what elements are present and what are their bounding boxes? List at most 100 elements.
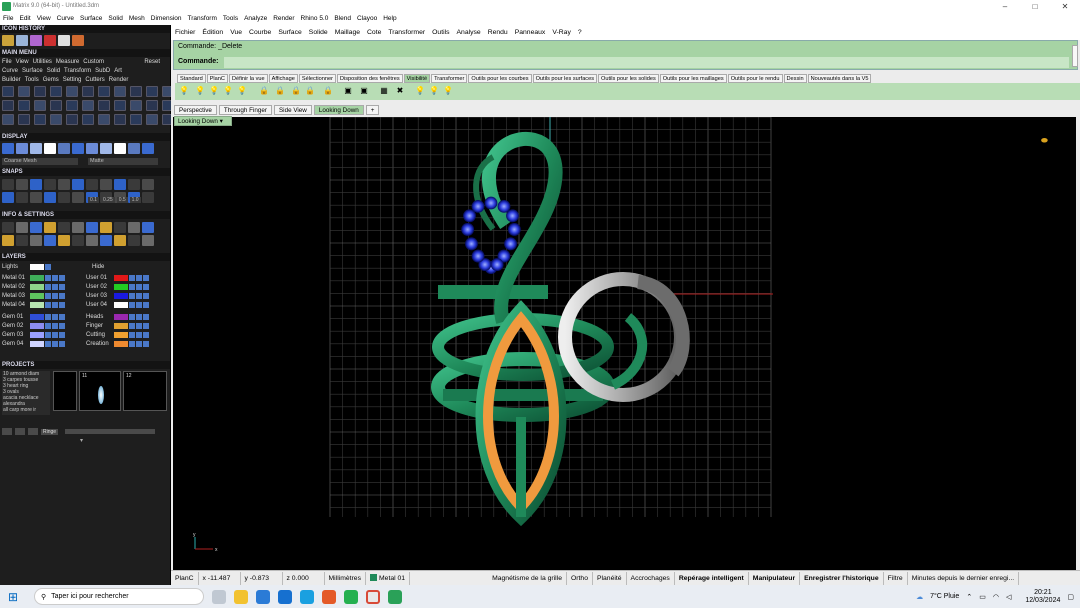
tool-icon[interactable] — [30, 222, 42, 233]
project-thumb[interactable]: 11 — [79, 371, 121, 411]
status-layer[interactable]: Metal 01 — [366, 571, 411, 585]
layer-toggle-icon[interactable] — [129, 332, 135, 338]
menu-surface[interactable]: Surface — [80, 15, 102, 22]
history-tool-icon[interactable] — [58, 35, 70, 46]
rhino-menu-item[interactable]: Solide — [309, 29, 328, 36]
lights-swatch[interactable] — [30, 264, 44, 270]
weather-text[interactable]: 7°C Pluie — [930, 593, 959, 600]
tool-icon[interactable] — [100, 143, 112, 154]
layer-toggle-icon[interactable] — [45, 314, 51, 320]
tool-icon[interactable] — [98, 86, 110, 97]
layer-toggle-icon[interactable] — [45, 284, 51, 290]
tool-icon[interactable] — [2, 143, 14, 154]
layer-toggle-icon[interactable] — [59, 284, 65, 290]
tool-icon[interactable] — [16, 143, 28, 154]
snap-value[interactable]: 0.5 — [116, 197, 128, 203]
tool-icon[interactable] — [128, 222, 140, 233]
windows-start-icon[interactable]: ⊞ — [8, 590, 22, 604]
layer-toggle-icon[interactable] — [45, 302, 51, 308]
mm-tools[interactable]: Tools — [25, 77, 39, 83]
icon-history-header[interactable]: ICON HISTORY — [0, 25, 170, 33]
menu-dimension[interactable]: Dimension — [151, 15, 182, 22]
project-thumb[interactable] — [53, 371, 77, 411]
rhino-menu-item[interactable]: Fichier — [175, 29, 195, 36]
mail-icon[interactable] — [278, 589, 292, 604]
viewport-tab[interactable]: Perspective — [174, 105, 217, 115]
mm-view[interactable]: View — [16, 59, 29, 65]
layer-toggle-icon[interactable] — [129, 293, 135, 299]
lock-icon[interactable]: 🔒 — [291, 85, 301, 97]
status-smarttrack[interactable]: Repérage intelligent — [675, 571, 749, 585]
tool-icon[interactable] — [44, 179, 56, 190]
mm-subd[interactable]: SubD — [95, 68, 110, 74]
info-settings-header[interactable]: INFO & SETTINGS — [0, 211, 170, 219]
tool-icon[interactable] — [114, 235, 126, 246]
tool-icon[interactable] — [58, 143, 70, 154]
layer-color-swatch[interactable] — [114, 341, 128, 347]
menu-blend[interactable]: Blend — [334, 15, 351, 22]
project-item[interactable]: all carp more ir — [2, 407, 50, 413]
mm-builder[interactable]: Builder — [2, 77, 21, 83]
layer-toggle-icon[interactable] — [59, 293, 65, 299]
layer-toggle-icon[interactable] — [136, 323, 142, 329]
layer-toggle-icon[interactable] — [45, 323, 51, 329]
chevron-down-icon[interactable]: ▾ — [80, 437, 83, 444]
layer-row[interactable]: Creation — [86, 340, 150, 348]
layer-toggle-icon[interactable] — [129, 275, 135, 281]
tool-icon[interactable] — [2, 235, 14, 246]
ringe-tag[interactable]: Ringe — [41, 428, 59, 435]
layer-toggle-icon[interactable] — [143, 323, 149, 329]
tool-icon[interactable] — [72, 235, 84, 246]
menu-file[interactable]: File — [3, 15, 13, 22]
viewport-tab[interactable]: Through Finger — [218, 105, 272, 115]
tool-icon[interactable] — [114, 222, 126, 233]
layer-row[interactable]: Finger — [86, 322, 150, 330]
status-gumball[interactable]: Manipulateur — [749, 571, 801, 585]
layer-row[interactable]: Heads — [86, 313, 150, 321]
add-viewport-tab[interactable]: + — [365, 105, 380, 115]
tool-icon[interactable] — [44, 192, 56, 203]
layer-toggle-icon[interactable] — [52, 341, 58, 347]
display-header[interactable]: DISPLAY — [0, 133, 170, 141]
layer-color-swatch[interactable] — [114, 314, 128, 320]
layer-toggle-icon[interactable] — [136, 302, 142, 308]
layer-toggle-icon[interactable] — [129, 314, 135, 320]
history-tool-icon[interactable] — [16, 35, 28, 46]
tool-icon[interactable] — [114, 114, 126, 125]
pin-icon[interactable] — [15, 428, 25, 435]
layer-row[interactable]: Cutting — [86, 331, 150, 339]
tool-icon[interactable] — [30, 235, 42, 246]
file-explorer-icon[interactable] — [234, 589, 248, 604]
hide-label[interactable]: Hide — [92, 264, 116, 270]
layer-color-swatch[interactable] — [114, 284, 128, 290]
layer-toggle-icon[interactable] — [59, 323, 65, 329]
menu-edit[interactable]: Edit — [19, 15, 30, 22]
menu-curve[interactable]: Curve — [57, 15, 74, 22]
status-osnap[interactable]: Accrochages — [627, 571, 675, 585]
edge-icon[interactable] — [300, 589, 314, 604]
tool-icon[interactable] — [82, 86, 94, 97]
layer-row[interactable]: User 04 — [86, 301, 150, 309]
snap-value[interactable]: 0.25 — [100, 197, 115, 203]
tool-icon[interactable] — [30, 179, 42, 190]
rhino-menu-item[interactable]: Transformer — [388, 29, 425, 36]
layer-toggle-icon[interactable] — [143, 284, 149, 290]
view-cube[interactable]: ⬬ — [1041, 136, 1048, 145]
layer-toggle-icon[interactable] — [59, 332, 65, 338]
tool-icon[interactable] — [72, 192, 84, 203]
tool-icon[interactable] — [82, 114, 94, 125]
lightbulb-icon[interactable]: 💡 — [195, 85, 205, 97]
layer-toggle-icon[interactable] — [136, 284, 142, 290]
layer-color-swatch[interactable] — [30, 302, 44, 308]
layer-color-swatch[interactable] — [30, 284, 44, 290]
mm-measure[interactable]: Measure — [56, 59, 79, 65]
tool-icon[interactable] — [2, 192, 14, 203]
add-project-icon[interactable] — [2, 428, 12, 435]
no-icon[interactable]: ✖ — [395, 85, 405, 97]
layer-toggle-icon[interactable] — [52, 275, 58, 281]
toolbar-tab[interactable]: Disposition des fenêtres — [336, 74, 403, 83]
viewport-tab[interactable]: Looking Down — [313, 105, 364, 115]
tool-icon[interactable] — [72, 222, 84, 233]
lock-icon[interactable]: 🔒 — [305, 85, 315, 97]
layer-color-swatch[interactable] — [30, 314, 44, 320]
